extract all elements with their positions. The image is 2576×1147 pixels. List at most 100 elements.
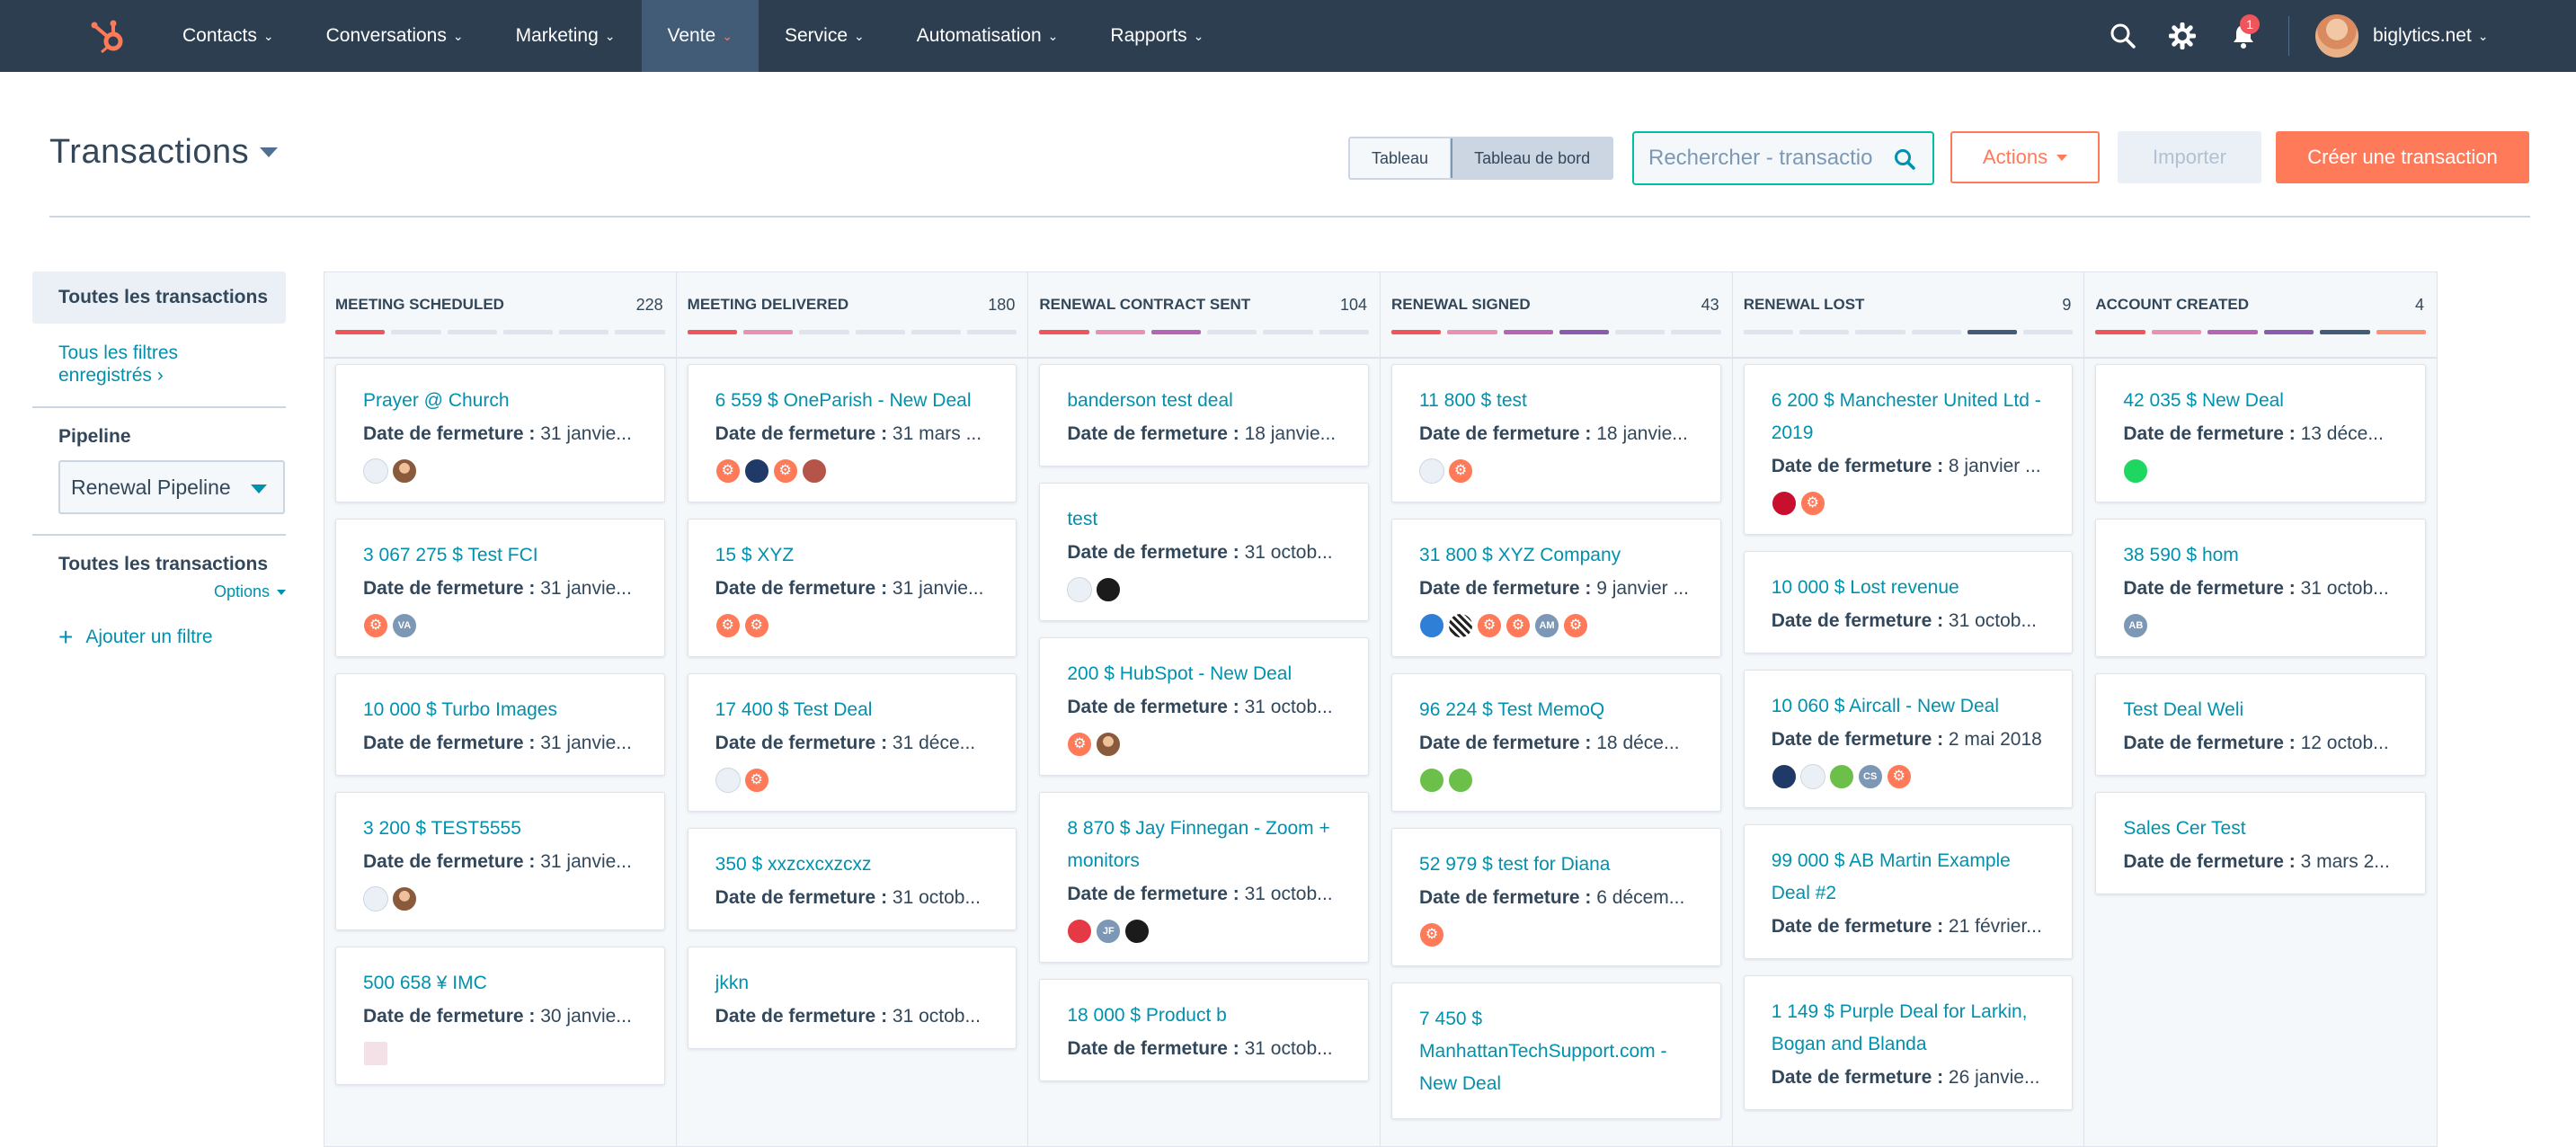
person-avatar[interactable] [1096,732,1122,757]
deal-title[interactable]: 7 450 $ ManhattanTechSupport.com - New D… [1419,1003,1693,1100]
deal-title[interactable]: jkkn [715,967,990,1000]
table-view-button[interactable]: Tableau [1350,138,1452,178]
deal-title[interactable]: 96 224 $ Test MemoQ [1419,694,1693,726]
page-title[interactable]: Transactions [49,133,249,172]
deal-title[interactable]: 350 $ xxzcxcxzcxz [715,849,990,881]
deal-title[interactable]: 17 400 $ Test Deal [715,694,990,726]
hubspot-sprocket-icon[interactable]: ⚙ [1067,732,1093,757]
deal-title[interactable]: 42 035 $ New Deal [2123,385,2398,417]
company-logo-icon[interactable] [1771,764,1797,789]
import-button[interactable]: Importer [2118,131,2261,183]
deal-card[interactable]: Prayer @ Church Date de fermeture : 31 ja… [335,364,665,502]
empty-avatar-icon[interactable] [1419,458,1445,484]
deal-card[interactable]: 18 000 $ Product b Date de fermeture : 31… [1039,979,1370,1081]
caret-down-icon[interactable] [260,147,279,157]
deal-card[interactable]: 6 559 $ OneParish - New Deal Date de ferm… [687,364,1017,502]
deal-card[interactable]: 15 $ XYZ Date de fermeture : 31 janvie...… [687,519,1017,657]
deal-card[interactable]: 99 000 $ AB Martin Example Deal #2 Date d… [1743,824,2074,959]
deal-title[interactable]: 1 149 $ Purple Deal for Larkin, Bogan an… [1772,996,2046,1061]
deal-card[interactable]: 500 658 ¥ IMC Date de fermeture : 30 janv… [335,947,665,1085]
hubspot-logo-icon[interactable] [88,16,129,58]
deal-card[interactable]: 11 800 $ test Date de fermeture : 18 janv… [1391,364,1721,502]
deal-title[interactable]: 10 060 $ Aircall - New Deal [1772,690,2046,723]
company-logo-icon[interactable] [1067,919,1093,944]
company-logo-icon[interactable] [1771,491,1797,516]
deal-title[interactable]: 3 067 275 $ Test FCI [363,539,637,572]
nav-item-conversations[interactable]: Conversations ⌄ [300,0,490,72]
deal-title[interactable]: 200 $ HubSpot - New Deal [1067,658,1341,690]
deal-title[interactable]: 6 200 $ Manchester United Ltd - 2019 [1772,385,2046,449]
deal-title[interactable]: 31 800 $ XYZ Company [1419,539,1693,572]
company-logo-icon[interactable] [2123,458,2149,484]
deal-title[interactable]: banderson test deal [1067,385,1341,417]
all-deals-view[interactable]: Toutes les transactions [32,271,286,324]
contact-initials-avatar[interactable]: JF [1096,919,1122,944]
hubspot-sprocket-icon[interactable]: ⚙ [715,613,741,638]
deal-card[interactable]: 96 224 $ Test MemoQ Date de fermeture : 1… [1391,673,1721,812]
deal-card[interactable]: 31 800 $ XYZ Company Date de fermeture : … [1391,519,1721,657]
hubspot-sprocket-icon[interactable]: ⚙ [1448,458,1474,484]
deal-card[interactable]: 3 200 $ TEST5555 Date de fermeture : 31 j… [335,792,665,930]
company-logo-icon[interactable] [1448,768,1474,793]
deal-title[interactable]: 18 000 $ Product b [1067,1000,1341,1032]
nav-item-service[interactable]: Service ⌄ [759,0,891,72]
company-logo-icon[interactable] [1124,919,1150,944]
deal-title[interactable]: 99 000 $ AB Martin Example Deal #2 [1772,845,2046,910]
nav-item-contacts[interactable]: Contacts ⌄ [156,0,300,72]
company-logo-icon[interactable] [743,458,769,484]
deal-card[interactable]: test Date de fermeture : 31 octob... [1039,483,1370,621]
person-avatar[interactable] [392,458,417,484]
deal-title[interactable]: 10 000 $ Lost revenue [1772,572,2046,604]
company-logo-icon[interactable] [1419,768,1445,793]
account-menu[interactable]: biglytics.net ⌄ [2373,0,2488,72]
user-avatar[interactable] [2315,14,2358,58]
hubspot-sprocket-icon[interactable]: ⚙ [1419,922,1445,947]
saved-filters-link[interactable]: Tous les filtres enregistrés › [58,342,220,387]
contact-initials-avatar[interactable]: CS [1857,764,1883,789]
nav-item-marketing[interactable]: Marketing ⌄ [490,0,642,72]
deal-card[interactable]: 10 000 $ Lost revenue Date de fermeture :… [1743,551,2074,654]
deal-card[interactable]: 7 450 $ ManhattanTechSupport.com - New D… [1391,983,1721,1119]
company-logo-icon[interactable] [1448,613,1474,638]
deal-title[interactable]: 15 $ XYZ [715,539,990,572]
add-filter-link[interactable]: + Ajouter un filtre [58,625,286,650]
hubspot-sprocket-icon[interactable]: ⚙ [1506,613,1532,638]
deal-title[interactable]: 6 559 $ OneParish - New Deal [715,385,990,417]
hubspot-sprocket-icon[interactable]: ⚙ [715,458,741,484]
deal-card[interactable]: 1 149 $ Purple Deal for Larkin, Bogan an… [1743,975,2074,1110]
deal-title[interactable]: Prayer @ Church [363,385,637,417]
hubspot-sprocket-icon[interactable]: ⚙ [363,613,388,638]
deal-title[interactable]: 3 200 $ TEST5555 [363,813,637,845]
contact-initials-avatar[interactable]: AM [1534,613,1560,638]
hubspot-sprocket-icon[interactable]: ⚙ [743,613,769,638]
options-dropdown[interactable]: Options [32,582,286,601]
deal-card[interactable]: 38 590 $ hom Date de fermeture : 31 octob… [2095,519,2427,657]
deal-title[interactable]: Sales Cer Test [2123,813,2398,845]
empty-avatar-icon[interactable] [363,458,388,484]
board-view-button[interactable]: Tableau de bord [1451,138,1612,178]
deal-card[interactable]: 200 $ HubSpot - New Deal Date de fermetur… [1039,637,1370,776]
deal-title[interactable]: test [1067,503,1341,536]
deal-title[interactable]: Test Deal Weli [2123,694,2398,726]
contact-initials-avatar[interactable]: VA [392,613,417,638]
deal-card[interactable]: 42 035 $ New Deal Date de fermeture : 13 … [2095,364,2427,502]
notifications-bell-icon[interactable]: 1 [2225,14,2261,54]
deal-card[interactable]: Test Deal Weli Date de fermeture : 12 oct… [2095,673,2427,776]
company-logo-icon[interactable] [1828,764,1854,789]
deal-card[interactable]: jkkn Date de fermeture : 31 octob... [687,947,1017,1049]
deal-card[interactable]: 52 979 $ test for Diana Date de fermeture… [1391,828,1721,966]
nav-item-rapports[interactable]: Rapports ⌄ [1084,0,1230,72]
hubspot-sprocket-icon[interactable]: ⚙ [1799,491,1825,516]
deal-card[interactable]: 17 400 $ Test Deal Date de fermeture : 31… [687,673,1017,812]
company-logo-icon[interactable] [1096,577,1122,602]
deal-title[interactable]: 10 000 $ Turbo Images [363,694,637,726]
company-logo-icon[interactable] [363,1041,388,1066]
deal-card[interactable]: banderson test deal Date de fermeture : 1… [1039,364,1370,467]
empty-avatar-icon[interactable] [1067,577,1093,602]
pipeline-select[interactable]: Renewal Pipeline [58,460,285,514]
search-icon[interactable] [2105,18,2141,54]
contact-initials-avatar[interactable]: AB [2123,613,2149,638]
nav-item-automatisation[interactable]: Automatisation ⌄ [891,0,1085,72]
empty-avatar-icon[interactable] [715,768,741,793]
deal-title[interactable]: 8 870 $ Jay Finnegan - Zoom + monitors [1067,813,1341,877]
